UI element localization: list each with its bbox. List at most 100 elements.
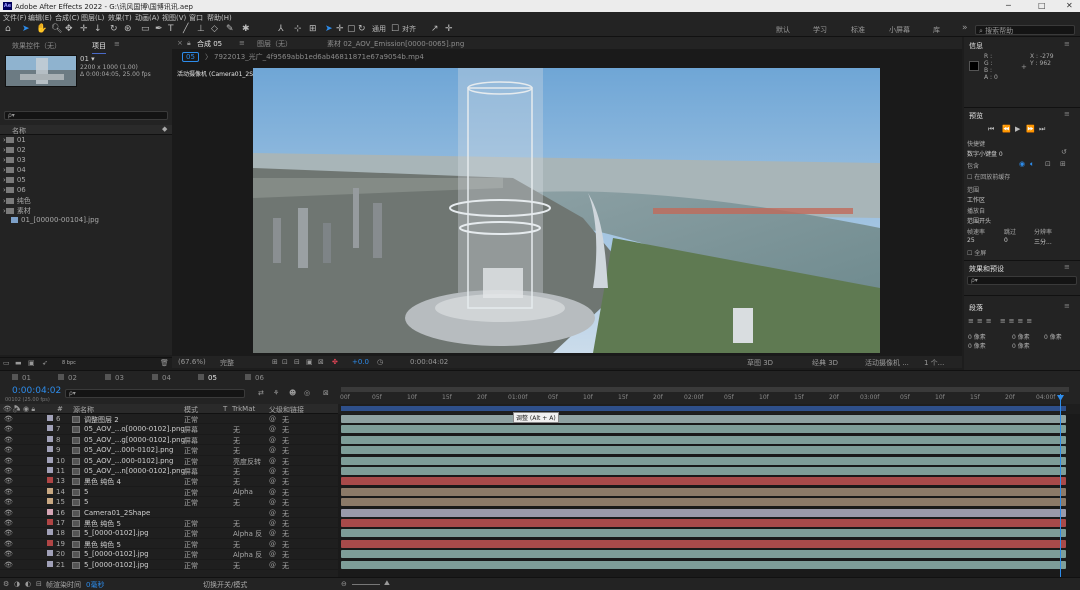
tab-layer[interactable]: 图层（无） [257, 39, 292, 49]
paragraph-menu-icon[interactable]: ≡ [1064, 302, 1070, 310]
cache-checkbox[interactable]: ☐ 在回放前缓存 [967, 172, 1010, 181]
label-color-swatch[interactable] [47, 550, 53, 557]
more-workspaces-button[interactable]: » [962, 23, 968, 33]
local-axis-icon[interactable]: ⅄ [278, 24, 284, 35]
layer-name[interactable]: 5_[0000-0102].jpg [84, 561, 149, 569]
layer-row[interactable]: 👁︎ 18 5_[0000-0102].jpg 正常 Alpha 反 @ 无 [0, 528, 338, 539]
list-item[interactable]: › 04 [0, 166, 26, 176]
tab-composition-05[interactable]: 合成 05 [197, 39, 223, 52]
zoom-dropdown[interactable]: (67.6%) [178, 358, 206, 366]
snapshot-icon[interactable]: ◷ [377, 358, 383, 366]
pan-camera-icon[interactable]: ✛ [80, 24, 88, 35]
exposure-value[interactable]: +0.0 [352, 358, 369, 366]
zoom-in-icon[interactable]: ⛰ [384, 579, 390, 588]
breadcrumb[interactable]: 7922013_光广_4f9569abb1ed6ab46811871e67a90… [214, 52, 424, 62]
layer-row[interactable]: 👁︎ 10 05_AOV_...000-0102].png 正常 亮度反转 @ 无 [0, 456, 338, 466]
visibility-eye-icon[interactable]: 👁︎ [4, 561, 13, 569]
layer-row[interactable]: 👁︎ 17 黑色 纯色 5 正常无 @ 无 [0, 518, 338, 529]
parent-pickwhip-icon[interactable]: @ [269, 467, 276, 475]
fps-dropdown[interactable]: 25 [967, 237, 975, 244]
layer-duration-bar[interactable] [341, 539, 1066, 548]
draft-3d-icon[interactable]: ⚘ [273, 389, 279, 397]
home-icon[interactable]: ⌂ [5, 24, 11, 35]
mask-view-icon[interactable]: ⊟ [294, 358, 300, 366]
label-color-swatch[interactable] [47, 498, 53, 505]
layer-duration-bar[interactable] [341, 425, 1066, 434]
label-color-swatch[interactable] [47, 435, 53, 442]
motion-blur-icon[interactable]: ◎ [304, 389, 310, 397]
column-trkmat-header[interactable]: TrkMat [232, 405, 255, 413]
zoom-out-icon[interactable]: ⊖ [341, 580, 347, 588]
timeline-tab-03[interactable]: 03 [105, 374, 124, 382]
rectangle-tool-icon[interactable]: ▭ [141, 24, 150, 35]
visibility-eye-icon[interactable]: 👁︎ [4, 488, 13, 496]
new-composition-icon[interactable]: ▣ [28, 359, 35, 367]
visibility-eye-icon[interactable]: 👁︎ [4, 529, 13, 537]
timeline-tab-01[interactable]: 01 [12, 374, 31, 382]
parent-pickwhip-icon[interactable]: @ [269, 477, 276, 485]
current-time-indicator[interactable] [1060, 394, 1061, 577]
layer-trkmat-dropdown[interactable]: 无 [233, 561, 240, 571]
label-color-swatch[interactable] [47, 508, 53, 515]
list-item[interactable]: 01_[00000-00104].jpg [0, 216, 99, 226]
hand-tool-icon[interactable]: ✋ [36, 24, 47, 35]
layer-name[interactable]: 5 [84, 488, 88, 496]
pan-behind-icon[interactable]: ✛ [336, 24, 344, 35]
parent-pickwhip-icon[interactable]: @ [269, 436, 276, 444]
layer-duration-bar[interactable] [341, 550, 1066, 559]
visibility-eye-icon[interactable]: 👁︎ [4, 498, 13, 506]
include-overlay-icon[interactable]: ⊡ [1045, 160, 1051, 168]
visibility-eye-icon[interactable]: 👁︎ [4, 477, 13, 485]
column-name-header[interactable]: 名称 [12, 126, 26, 136]
timeline-search-input[interactable]: ρ▾ [65, 389, 245, 398]
selection-tool-icon[interactable]: ➤ [22, 24, 30, 35]
layer-row[interactable]: 👁︎ 7 05_AOV_...o[0000-0102].png 屏幕无 @ 无 [0, 424, 338, 435]
layer-trkmat-dropdown[interactable]: Alpha [233, 488, 253, 496]
cache-icon[interactable]: ⊞ [1060, 160, 1066, 168]
layer-duration-bar[interactable] [341, 446, 1066, 455]
zoom-tool-icon[interactable]: 🔍︎ [51, 24, 62, 35]
parent-pickwhip-icon[interactable]: @ [269, 509, 276, 517]
layer-duration-bar[interactable] [341, 529, 1066, 538]
visibility-eye-icon[interactable]: 👁︎ [4, 467, 13, 475]
next-frame-icon[interactable]: ⏩ [1026, 125, 1035, 133]
graph-editor-icon[interactable]: ⊠ [323, 389, 329, 397]
view-count-dropdown[interactable]: 1 个... [924, 358, 944, 368]
layer-duration-bar[interactable] [341, 456, 1066, 465]
workspace-small-screen[interactable]: 小屏幕 [889, 25, 910, 35]
toggle-modes-icon[interactable]: ◑ [14, 580, 20, 588]
timeline-tab-02[interactable]: 02 [58, 374, 77, 382]
view-camera-dropdown[interactable]: 活动摄像机 ... [865, 358, 909, 368]
info-menu-icon[interactable]: ≡ [1064, 40, 1070, 48]
label-color-swatch[interactable] [47, 539, 53, 546]
indent-right[interactable]: 0 像素 [1012, 332, 1030, 341]
fullscreen-checkbox[interactable]: ☐ 全屏 [967, 248, 986, 257]
layer-mode-dropdown[interactable]: 正常 [184, 561, 198, 571]
safe-zone-icon[interactable]: ⊡ [282, 358, 288, 366]
label-color-swatch[interactable] [47, 415, 53, 421]
toggle-transfer-icon[interactable]: ◐ [25, 580, 31, 588]
pen-tool-icon[interactable]: ✒ [155, 24, 163, 35]
visibility-eye-icon[interactable]: 👁︎ [4, 457, 13, 465]
visibility-eye-icon[interactable]: 👁︎ [4, 509, 13, 517]
visibility-eye-icon[interactable]: 👁︎ [4, 446, 13, 454]
range-dropdown[interactable]: 工作区 [967, 195, 1067, 204]
layer-name[interactable]: 05_AOV_...000-0102].png [84, 457, 173, 465]
visibility-eye-icon[interactable]: 👁︎ [4, 415, 13, 423]
rotate-3d-icon[interactable]: ↻ [358, 24, 366, 35]
first-frame-icon[interactable]: ⏮ [988, 125, 994, 134]
list-item[interactable]: › 02 [0, 146, 26, 156]
list-item[interactable]: › 05 [0, 176, 26, 186]
label-color-swatch[interactable] [47, 456, 53, 463]
tab-footage[interactable]: 素材 02_AOV_Emission[0000-0065].png [327, 39, 464, 49]
label-color-swatch[interactable] [47, 560, 53, 567]
label-color-swatch[interactable] [47, 477, 53, 484]
project-search-input[interactable]: ρ▾ [4, 111, 168, 120]
renderer-dropdown[interactable]: 草图 3D [747, 358, 773, 368]
parent-pickwhip-icon[interactable]: @ [269, 519, 276, 527]
viewer-timecode[interactable]: 0:00:04:02 [410, 358, 448, 366]
column-t-header[interactable]: T [223, 405, 227, 413]
renderer-mode-dropdown[interactable]: 经典 3D [812, 358, 838, 368]
visibility-eye-icon[interactable]: 👁︎ [4, 425, 13, 433]
space-after[interactable]: 0 像素 [1012, 341, 1030, 350]
